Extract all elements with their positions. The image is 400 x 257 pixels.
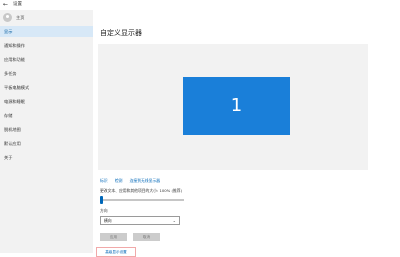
sidebar-item-display[interactable]: 显示	[0, 26, 93, 37]
sidebar-item-default-apps[interactable]: 默认应用	[0, 138, 93, 149]
monitor-number: 1	[230, 95, 243, 116]
orientation-label: 方向	[100, 208, 108, 213]
identify-link[interactable]: 标识	[100, 178, 108, 183]
chevron-down-icon: ⌄	[172, 218, 176, 223]
display-preview: 1	[98, 44, 368, 170]
sidebar-home[interactable]: 主页	[0, 12, 93, 24]
title-bar: ← 设置	[0, 0, 400, 10]
scale-slider-thumb[interactable]	[100, 196, 103, 204]
page-title: 自定义显示器	[100, 29, 142, 37]
sidebar-item-apps[interactable]: 应用和功能	[0, 54, 93, 65]
sidebar: 主页 显示 通知和操作 应用和功能 多任务 平板电脑模式 电源和睡眠 存储 脱机…	[0, 10, 93, 253]
detect-link[interactable]: 检测	[115, 178, 123, 183]
window-title: 设置	[13, 2, 22, 7]
advanced-display-settings-link[interactable]: 高级显示设置	[96, 247, 136, 257]
sidebar-item-multitasking[interactable]: 多任务	[0, 68, 93, 79]
sidebar-home-label: 主页	[16, 15, 25, 20]
back-arrow-icon[interactable]: ←	[3, 1, 8, 9]
scale-slider[interactable]	[100, 199, 184, 201]
sidebar-item-power-sleep[interactable]: 电源和睡眠	[0, 96, 93, 107]
sidebar-item-offline-maps[interactable]: 脱机地图	[0, 124, 93, 135]
sidebar-item-about[interactable]: 关于	[0, 152, 93, 163]
connect-wireless-link[interactable]: 连接到无线显示器	[130, 178, 160, 183]
sidebar-item-tablet-mode[interactable]: 平板电脑模式	[0, 82, 93, 93]
apply-button[interactable]: 应用	[100, 233, 127, 241]
orientation-value: 横向	[104, 218, 112, 223]
gear-icon	[3, 13, 12, 22]
main-panel: 自定义显示器 1 标识 检测 连接到无线显示器 更改文本、应用和其他项目的大小:…	[93, 10, 400, 257]
cancel-button[interactable]: 取消	[133, 233, 160, 241]
sidebar-item-storage[interactable]: 存储	[0, 110, 93, 121]
display-links: 标识 检测 连接到无线显示器	[100, 177, 166, 184]
monitor-tile[interactable]: 1	[183, 77, 290, 135]
scale-label: 更改文本、应用和其他项目的大小: 100% (推荐)	[100, 188, 183, 193]
orientation-select[interactable]: 横向 ⌄	[100, 216, 180, 225]
sidebar-item-notifications[interactable]: 通知和操作	[0, 40, 93, 51]
